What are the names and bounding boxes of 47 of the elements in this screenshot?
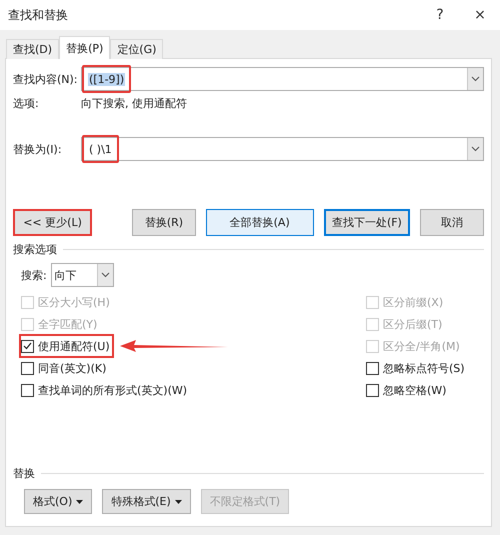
chevron-down-icon: [471, 76, 480, 82]
caret-icon: [76, 500, 84, 504]
checkbox-label: 使用通配符(U): [38, 338, 110, 354]
checkbox[interactable]: [21, 362, 34, 374]
chevron-down-icon: [100, 272, 110, 278]
window-title: 查找和替换: [8, 6, 69, 24]
checkbox[interactable]: [366, 384, 379, 396]
checkbox-label: 区分后缀(T): [383, 316, 442, 332]
checkbox-label: 区分全/半角(M): [383, 338, 460, 354]
dialog-button[interactable]: << 更少(L): [13, 209, 92, 236]
direction-select[interactable]: 向下: [50, 263, 114, 287]
section-title: 搜索选项: [13, 242, 57, 257]
options-label: 选项:: [13, 96, 40, 110]
checkbox-label: 区分前缀(X): [383, 294, 444, 310]
checkbox[interactable]: [21, 340, 34, 352]
checkbox-label: 忽略标点符号(S): [383, 360, 465, 376]
search-label: 搜索:: [21, 268, 47, 282]
checkbox-label: 忽略空格(W): [383, 382, 446, 398]
dropdown-button[interactable]: [467, 68, 483, 90]
dialog-button[interactable]: 取消: [420, 209, 484, 236]
field-label: 替换为(I):: [13, 142, 63, 156]
checkbox[interactable]: [21, 384, 34, 396]
format-button[interactable]: 格式(O): [24, 489, 92, 514]
options-value: 向下搜索, 使用通配符: [81, 96, 187, 110]
highlight-frame: ( )\1: [82, 135, 119, 163]
dialog-button[interactable]: 替换(R): [132, 209, 196, 236]
field-label: 查找内容(N):: [13, 72, 79, 86]
caret-icon: [174, 500, 182, 504]
dropdown-button[interactable]: [467, 138, 483, 160]
tab[interactable]: 查找(D): [6, 39, 60, 59]
dialog-button[interactable]: 全部替换(A): [206, 209, 314, 236]
format-button[interactable]: 特殊格式(E): [102, 489, 191, 514]
input-field[interactable]: ([1-9]): [81, 67, 484, 91]
checkbox-label: 区分大小写(H): [38, 294, 110, 310]
close-button[interactable]: ×: [460, 0, 500, 30]
help-button[interactable]: ?: [420, 0, 460, 30]
checkbox-label: 查找单词的所有形式(英文)(W): [38, 382, 188, 398]
checkbox-label: 同音(英文)(K): [38, 360, 106, 376]
checkbox[interactable]: [366, 362, 379, 374]
tab[interactable]: 替换(P): [59, 36, 110, 59]
checkbox-label: 全字匹配(Y): [38, 316, 98, 332]
section-title: 替换: [13, 466, 35, 481]
dialog-button[interactable]: 查找下一处(F): [324, 209, 410, 236]
highlight-frame: ([1-9]): [82, 65, 132, 93]
input-field[interactable]: ( )\1: [81, 137, 484, 161]
chevron-down-icon: [471, 146, 480, 152]
tab[interactable]: 定位(G): [110, 39, 164, 59]
